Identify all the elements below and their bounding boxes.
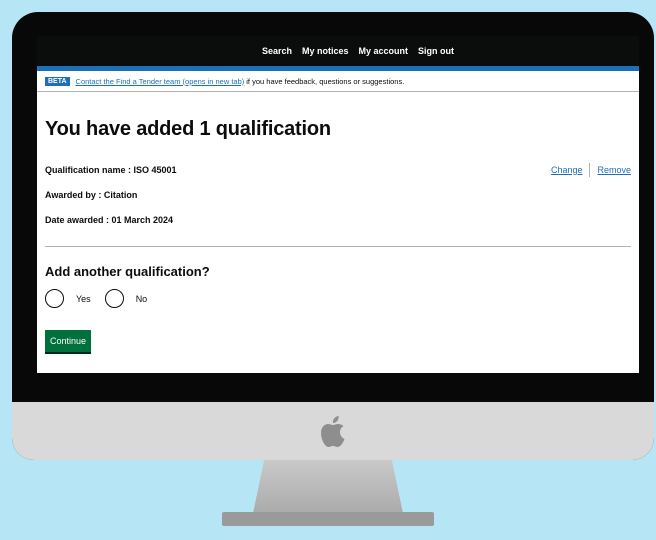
- radio-no-label: No: [135, 293, 148, 304]
- beta-tag: BETA: [45, 76, 70, 86]
- radio-no[interactable]: No: [104, 289, 148, 308]
- summary-row: Qualification name : ISO 45001 Change Re…: [45, 157, 631, 182]
- change-link[interactable]: Change: [551, 165, 583, 175]
- radio-no-circle[interactable]: [104, 289, 124, 308]
- nav-search[interactable]: Search: [262, 46, 292, 56]
- summary-row: Awarded by : Citation: [45, 182, 631, 207]
- qualification-summary: Qualification name : ISO 45001 Change Re…: [45, 157, 631, 232]
- browser-screen: Search My notices My account Sign out BE…: [37, 36, 639, 373]
- monitor-chin: [12, 402, 654, 460]
- awarded-by: Awarded by : Citation: [45, 189, 138, 200]
- qualification-name: Qualification name : ISO 45001: [45, 164, 177, 175]
- radio-yes-label: Yes: [76, 293, 91, 304]
- row-actions: Change Remove: [551, 162, 631, 177]
- monitor-frame: Search My notices My account Sign out BE…: [12, 12, 654, 460]
- nav-my-account[interactable]: My account: [359, 46, 409, 56]
- remove-link[interactable]: Remove: [597, 165, 631, 175]
- monitor-stand: [252, 460, 404, 518]
- section-divider: [45, 246, 631, 247]
- action-divider: [589, 162, 591, 177]
- page-title: You have added 1 qualification: [45, 118, 331, 140]
- radio-yes-circle[interactable]: [45, 289, 64, 308]
- feedback-link[interactable]: Contact the Find a Tender team (opens in…: [76, 77, 245, 86]
- apple-logo-icon: [321, 416, 345, 447]
- nav-my-notices[interactable]: My notices: [302, 46, 349, 56]
- main-content: You have added 1 qualification Qualifica…: [37, 118, 639, 352]
- nav-sign-out[interactable]: Sign out: [418, 46, 454, 56]
- beta-banner: BETA Contact the Find a Tender team (ope…: [37, 71, 639, 92]
- radio-yes[interactable]: Yes: [45, 289, 91, 308]
- radio-group: Yes No: [45, 289, 631, 308]
- beta-banner-text: if you have feedback, questions or sugge…: [246, 76, 405, 86]
- monitor-stand-base: [222, 512, 434, 526]
- top-navigation: Search My notices My account Sign out: [37, 36, 639, 66]
- question-heading: Add another qualification?: [45, 264, 210, 279]
- summary-row: Date awarded : 01 March 2024: [45, 207, 631, 232]
- date-awarded: Date awarded : 01 March 2024: [45, 214, 174, 225]
- continue-button[interactable]: Continue: [45, 330, 92, 352]
